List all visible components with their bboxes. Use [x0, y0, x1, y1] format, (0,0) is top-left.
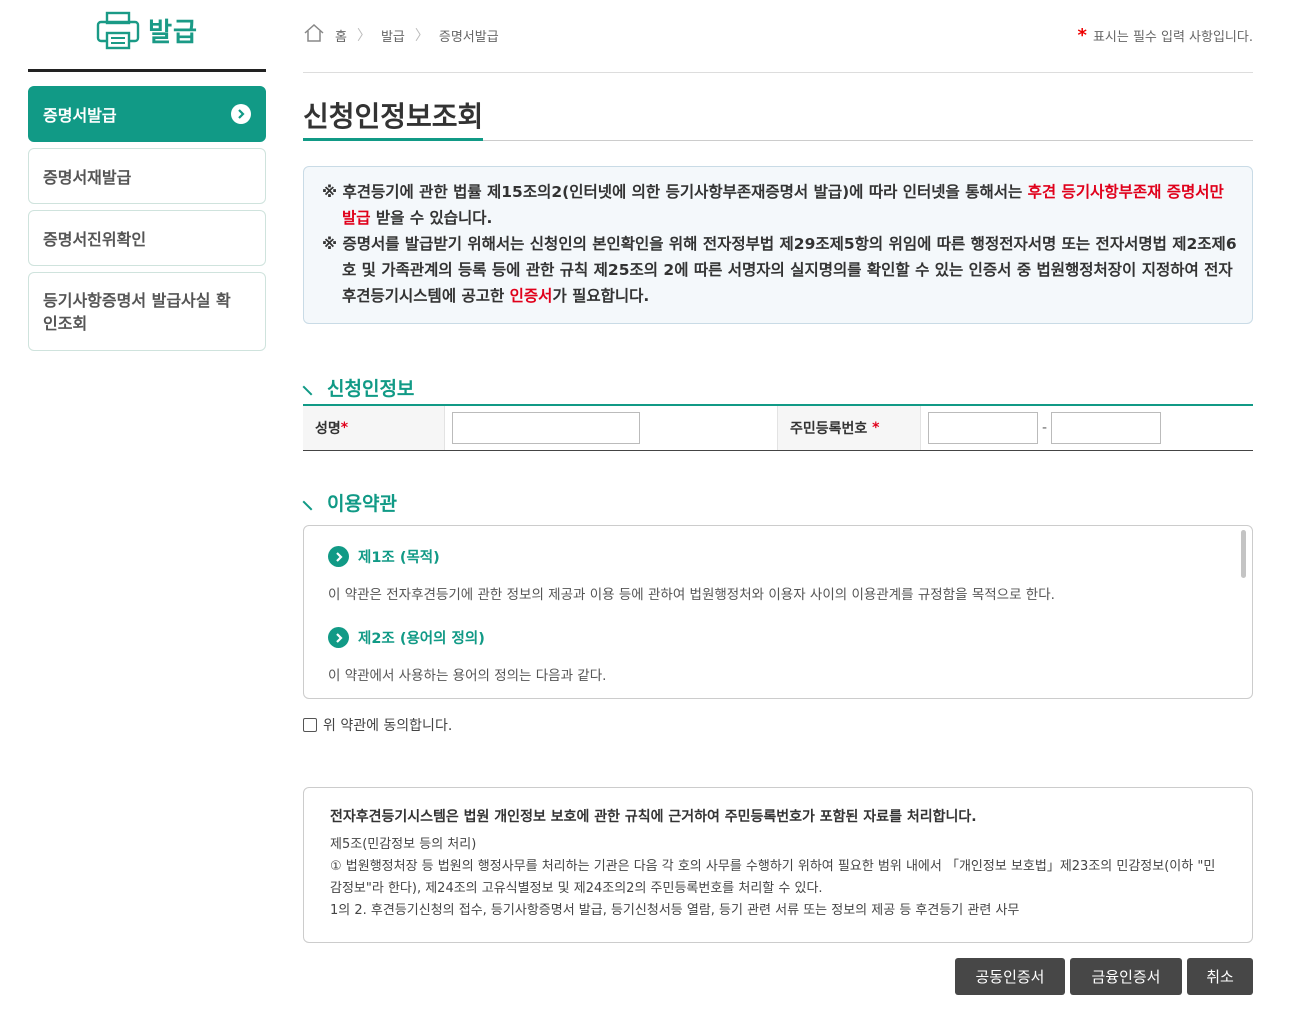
page-title-wrap: 신청인정보조회 [303, 95, 1253, 141]
section-title-text: 이용약관 [327, 492, 397, 515]
notice-text: 후견등기에 관한 법률 제15조의2(인터넷에 의한 등기사항부존재증명서 발급… [342, 183, 1028, 201]
sidebar-header: 발급 [28, 0, 266, 72]
sidebar-item-cert-verify[interactable]: 증명서진위확인 [28, 210, 266, 266]
sidebar-item-label: 등기사항증명서 발급사실 확인조회 [43, 290, 231, 333]
required-star: * [340, 420, 349, 436]
term-article-title: 제2조 (용어의 정의) [358, 631, 485, 647]
required-note-text: 표시는 필수 입력 사항입니다. [1092, 29, 1253, 45]
breadcrumb-level2[interactable]: 증명서발급 [439, 26, 499, 45]
privacy-heading: 전자후견등기시스템은 법원 개인정보 보호에 관한 규칙에 근거하여 주민등록번… [330, 809, 977, 825]
sidebar-item-label: 증명서재발급 [43, 168, 132, 187]
required-star: * [872, 420, 880, 436]
notice-text: 받을 수 있습니다. [370, 209, 493, 227]
term-article-body: 이 약관에서 사용하는 용어의 정의는 다음과 같다. [328, 668, 607, 684]
sidebar-title: 발급 [148, 18, 198, 48]
label-text: 주민등록번호 [790, 421, 868, 437]
rrn-front-input[interactable] [928, 412, 1038, 444]
term-article-body: 이 약관은 전자후견등기에 관한 정보의 제공과 이용 등에 관하여 법원행정처… [328, 587, 1055, 603]
chevron-right-icon: 〉 [414, 28, 429, 44]
notice-mark: ※ [322, 183, 338, 201]
term-article-head: 제1조 (목적) [328, 546, 1228, 567]
chevron-right-icon: 〉 [356, 28, 371, 44]
required-star: * [1077, 24, 1087, 46]
rrn-back-input[interactable] [1051, 412, 1162, 444]
breadcrumb-home[interactable]: 홈 [335, 26, 347, 45]
applicant-section-title: 신청인정보 [302, 372, 1253, 402]
chevron-right-icon [231, 104, 251, 124]
privacy-line: 1의 2. 후견등기신청의 접수, 등기사항증명서 발급, 등기신청서등 열람,… [330, 903, 1020, 918]
section-title-text: 신청인정보 [327, 377, 415, 400]
term-article-title: 제1조 (목적) [358, 550, 440, 566]
joint-cert-button[interactable]: 공동인증서 [955, 958, 1065, 995]
rrn-cell: - [921, 406, 1162, 450]
notice-line-2: ※ 증명서를 발급받기 위해서는 신청인의 본인확인을 위해 전자정부법 제29… [322, 231, 1238, 309]
sidebar-item-issue-history[interactable]: 등기사항증명서 발급사실 확인조회 [28, 272, 266, 351]
sidebar: 발급 증명서발급 증명서재발급 증명서진위확인 등기사항증명서 발급사실 확인조… [28, 0, 266, 357]
rrn-dash: - [1042, 420, 1048, 436]
sidebar-menu: 증명서발급 증명서재발급 증명서진위확인 등기사항증명서 발급사실 확인조회 [28, 86, 266, 351]
home-icon[interactable] [303, 23, 325, 47]
agree-row[interactable]: 위 약관에 동의합니다. [303, 715, 1253, 735]
terms-scrollbar[interactable] [1241, 530, 1246, 578]
term-article-head: 제2조 (용어의 정의) [328, 627, 1228, 648]
notice-mark: ※ [322, 235, 338, 253]
breadcrumb-level1[interactable]: 발급 [381, 26, 405, 45]
sidebar-item-cert-reissue[interactable]: 증명서재발급 [28, 148, 266, 204]
breadcrumb: 홈 〉 발급 〉 증명서발급 [303, 23, 499, 47]
printer-icon [96, 11, 140, 51]
action-buttons: 공동인증서 금융인증서 취소 [303, 958, 1253, 995]
terms-box[interactable]: 제1조 (목적) 이 약관은 전자후견등기에 관한 정보의 제공과 이용 등에 … [303, 525, 1253, 699]
privacy-box: 전자후견등기시스템은 법원 개인정보 보호에 관한 규칙에 근거하여 주민등록번… [303, 787, 1253, 943]
sidebar-item-label: 증명서진위확인 [43, 230, 147, 249]
cancel-button[interactable]: 취소 [1187, 958, 1253, 995]
notice-box: ※ 후견등기에 관한 법률 제15조의2(인터넷에 의한 등기사항부존재증명서 … [303, 166, 1253, 324]
name-label: 성명 * [303, 406, 445, 450]
section-mark-icon [302, 378, 320, 396]
sidebar-item-label: 증명서발급 [43, 106, 117, 125]
applicant-form: 성명 * 주민등록번호 * - [303, 404, 1253, 451]
top-bar: 홈 〉 발급 〉 증명서발급 * 표시는 필수 입력 사항입니다. [303, 0, 1253, 73]
privacy-line: 제5조(민감정보 등의 처리) [330, 837, 477, 852]
terms-section-title: 이용약관 [302, 487, 1253, 517]
name-cell [445, 406, 777, 450]
page-title: 신청인정보조회 [303, 95, 484, 141]
notice-text: 증명서를 발급받기 위해서는 신청인의 본인확인을 위해 전자정부법 제29조제… [342, 235, 1237, 305]
chevron-circle-icon [328, 546, 349, 567]
rrn-label: 주민등록번호 * [777, 406, 921, 450]
main-content: 홈 〉 발급 〉 증명서발급 * 표시는 필수 입력 사항입니다. 신청인정보조… [302, 0, 1253, 995]
name-input[interactable] [452, 412, 640, 444]
chevron-circle-icon [328, 627, 349, 648]
financial-cert-button[interactable]: 금융인증서 [1070, 958, 1182, 995]
privacy-line: ① 법원행정처장 등 법원의 행정사무를 처리하는 기관은 다음 각 호의 사무… [330, 859, 1216, 896]
notice-text: 가 필요합니다. [552, 287, 650, 305]
sidebar-item-cert-issue[interactable]: 증명서발급 [28, 86, 266, 142]
notice-line-1: ※ 후견등기에 관한 법률 제15조의2(인터넷에 의한 등기사항부존재증명서 … [322, 179, 1238, 231]
section-mark-icon [302, 493, 320, 511]
label-text: 성명 [315, 421, 341, 437]
required-note: * 표시는 필수 입력 사항입니다. [1078, 25, 1253, 46]
agree-checkbox[interactable] [303, 718, 317, 732]
agree-label: 위 약관에 동의합니다. [323, 718, 453, 734]
notice-highlight: 인증서 [509, 287, 553, 305]
